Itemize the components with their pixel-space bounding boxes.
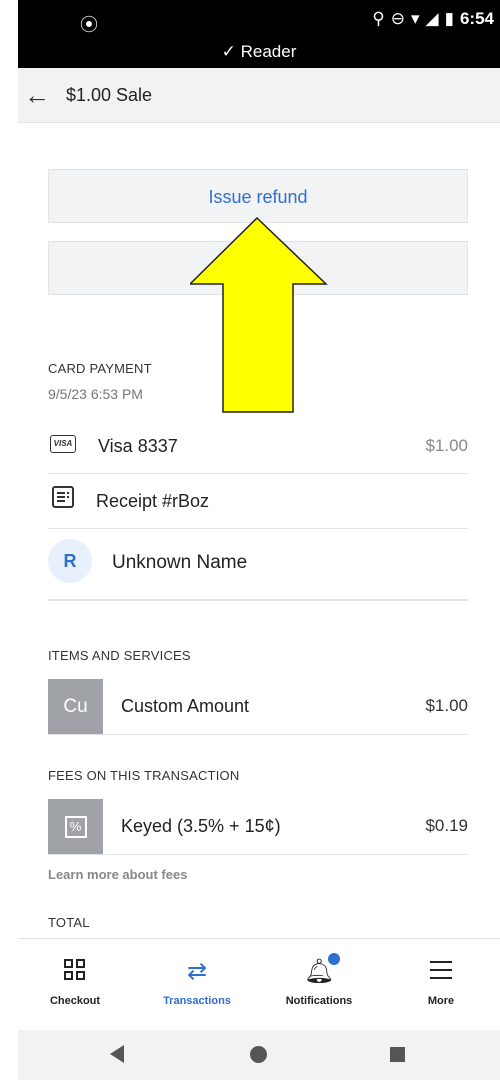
payment-datetime: 9/5/23 6:53 PM <box>48 386 143 402</box>
wifi-icon: ▾ <box>410 9 420 28</box>
nav-more-label: More <box>427 995 455 1007</box>
status-time: 6:54 <box>459 9 494 28</box>
status-icons: ⚲ ⊖ ▾ ◢ ▮ 6:54 <box>372 9 494 29</box>
annotation-up-arrow <box>190 216 328 413</box>
card-row[interactable]: VISA Visa 8337 $1.00 <box>48 422 468 474</box>
bell-icon: 🔔︎ <box>264 953 374 987</box>
system-nav-bar <box>18 1030 500 1080</box>
issue-refund-button[interactable]: Issue refund <box>48 169 468 223</box>
fee-amount: $0.19 <box>425 816 468 835</box>
signal-icon: ◢ <box>425 9 439 28</box>
back-arrow-icon[interactable]: ← <box>24 80 50 111</box>
page-title: $1.00 Sale <box>66 85 153 105</box>
card-amount: $1.00 <box>425 436 468 455</box>
item-name: Custom Amount <box>121 696 250 716</box>
receipt-icon <box>52 486 74 508</box>
fee-row[interactable]: % Keyed (3.5% + 15¢) $0.19 <box>48 799 468 855</box>
percent-icon: % <box>64 815 87 838</box>
nav-notifications[interactable]: 🔔︎ Notifications <box>264 939 374 1031</box>
notification-dot <box>328 953 341 965</box>
do-not-disturb-icon: ⊖ <box>390 9 405 28</box>
nav-transactions-label: Transactions <box>163 995 231 1007</box>
items-heading: ITEMS AND SERVICES <box>48 648 191 663</box>
battery-icon: ▮ <box>444 9 454 28</box>
nav-more[interactable]: More <box>386 939 496 1031</box>
card-payment-heading: CARD PAYMENT <box>48 361 152 376</box>
learn-fees-link[interactable]: Learn more about fees <box>48 867 187 882</box>
system-recents-icon[interactable] <box>390 1047 405 1062</box>
item-amount: $1.00 <box>425 696 468 715</box>
item-row[interactable]: Cu Custom Amount $1.00 <box>48 679 468 735</box>
system-home-icon[interactable] <box>250 1046 267 1063</box>
top-bar: ← $1.00 Sale <box>18 68 500 123</box>
reader-status: ✓ Reader <box>221 42 297 61</box>
visa-card-icon: VISA <box>50 435 76 453</box>
customer-row[interactable]: R Unknown Name <box>48 529 468 601</box>
app-screen: ⦿ ⚲ ⊖ ▾ ◢ ▮ 6:54 ✓ Reader ← $1.00 Sale I… <box>0 0 500 1080</box>
person-icon: R <box>48 539 92 583</box>
status-bar: ⦿ ⚲ ⊖ ▾ ◢ ▮ 6:54 ✓ Reader <box>18 0 500 68</box>
nav-checkout-label: Checkout <box>49 995 101 1007</box>
grid-icon <box>20 957 130 987</box>
nav-transactions[interactable]: ⇄ Transactions <box>142 939 252 1031</box>
receipt-label: Receipt #rBoz <box>96 491 210 511</box>
swap-arrows-icon: ⇄ <box>186 958 208 985</box>
fees-heading: FEES ON THIS TRANSACTION <box>48 768 240 783</box>
nav-checkout[interactable]: Checkout <box>20 939 130 1031</box>
location-icon: ⚲ <box>372 9 385 28</box>
fee-tile: % <box>48 799 103 854</box>
menu-icon <box>386 957 496 987</box>
bottom-nav: Checkout ⇄ Transactions 🔔︎ Notifications… <box>18 938 500 1030</box>
total-heading: TOTAL <box>48 915 90 930</box>
receipt-row[interactable]: Receipt #rBoz <box>48 474 468 529</box>
nav-notifications-label: Notifications <box>285 995 353 1007</box>
custom-amount-tile: Cu <box>48 679 103 734</box>
transaction-detail: Issue refund CARD PAYMENT 9/5/23 6:53 PM… <box>18 123 500 938</box>
fee-name: Keyed (3.5% + 15¢) <box>121 816 281 836</box>
customer-name: Unknown Name <box>112 552 248 573</box>
screen-record-icon: ⦿ <box>80 15 98 35</box>
system-back-icon[interactable] <box>110 1045 124 1063</box>
card-label: Visa 8337 <box>98 436 178 456</box>
